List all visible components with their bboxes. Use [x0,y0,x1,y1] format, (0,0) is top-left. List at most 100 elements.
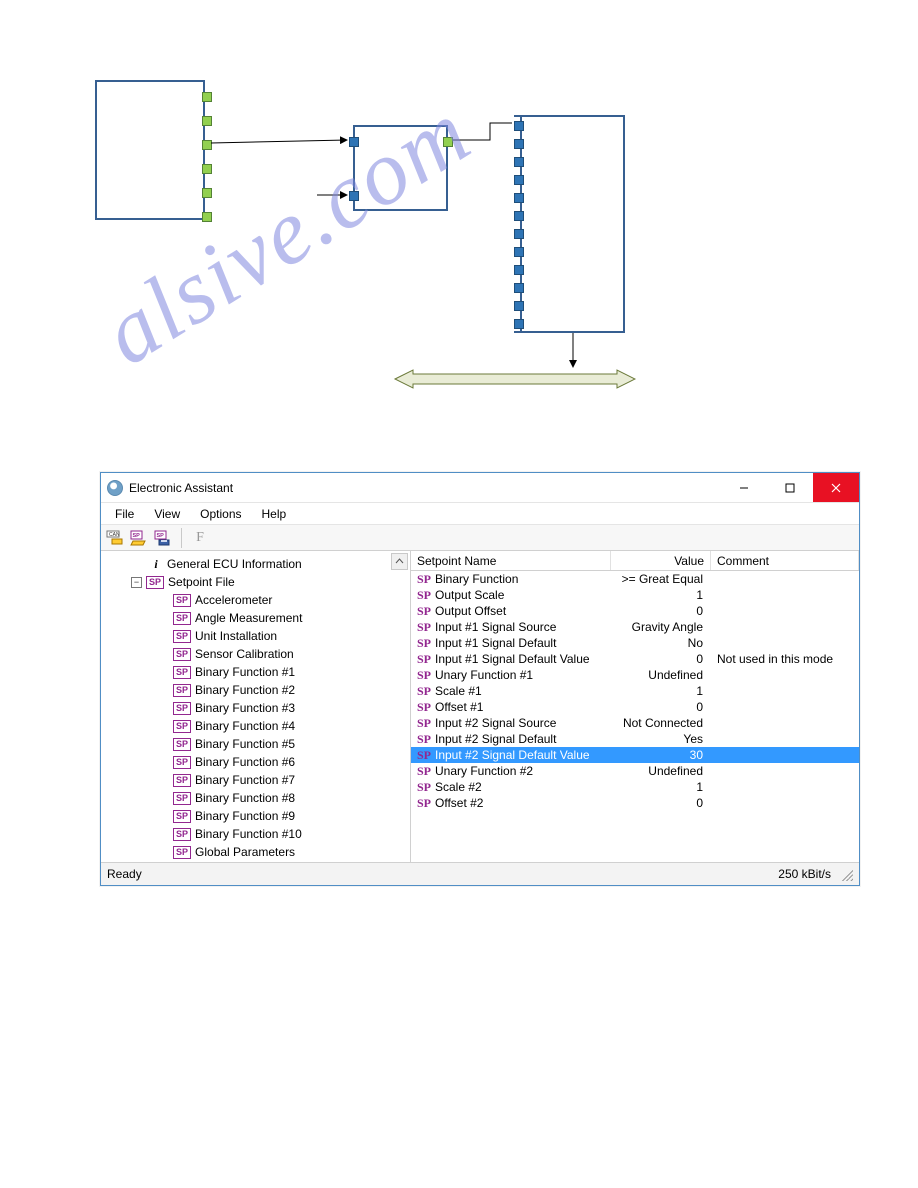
sp-icon: SP [173,810,191,823]
cell-name: Unary Function #2 [435,764,611,778]
column-header-value[interactable]: Value [611,551,711,570]
tree-general-info[interactable]: iGeneral ECU Information [109,555,406,573]
tree-item[interactable]: SPAccelerometer [109,591,406,609]
toolbar-flash-icon[interactable]: F [190,528,210,548]
tree-pane[interactable]: iGeneral ECU Information−SPSetpoint File… [101,551,411,862]
sp-icon: SP [173,702,191,715]
cell-name: Offset #2 [435,796,611,810]
tree-item[interactable]: SPAngle Measurement [109,609,406,627]
cell-name: Binary Function [435,572,611,586]
cell-name: Output Offset [435,604,611,618]
grid-row[interactable]: SPOffset #10 [411,699,859,715]
grid-row[interactable]: SPInput #2 Signal Default Value30 [411,747,859,763]
column-header-comment[interactable]: Comment [711,551,859,570]
svg-text:SP: SP [133,533,141,539]
tree-item[interactable]: SPBinary Function #10 [109,825,406,843]
sp-icon: SP [173,774,191,787]
tree-label: Binary Function #1 [195,663,295,681]
cell-value: 0 [611,796,711,810]
tree-item[interactable]: SPBinary Function #2 [109,681,406,699]
grid-row[interactable]: SPOutput Scale1 [411,587,859,603]
grid-row[interactable]: SPInput #1 Signal Default Value0Not used… [411,651,859,667]
status-text: Ready [107,867,142,881]
grid-row[interactable]: SPBinary Function>= Great Equal [411,571,859,587]
grid-row[interactable]: SPOutput Offset0 [411,603,859,619]
column-header-name[interactable]: Setpoint Name [411,551,611,570]
menubar: File View Options Help [101,503,859,525]
sp-icon: SP [173,738,191,751]
tree-item[interactable]: SPBinary Function #6 [109,753,406,771]
grid-header: Setpoint Name Value Comment [411,551,859,571]
toolbar-separator [181,528,182,548]
tree-item[interactable]: SPBinary Function #8 [109,789,406,807]
menu-help[interactable]: Help [254,505,295,523]
close-button[interactable] [813,473,859,502]
cell-value: Yes [611,732,711,746]
tree-item[interactable]: SPBinary Function #1 [109,663,406,681]
tree-item[interactable]: SPBinary Function #4 [109,717,406,735]
tree-item[interactable]: SP Binary Function #3 [109,699,406,717]
diagram-bus-arrow [395,370,635,388]
sp-icon: SP [146,576,164,589]
grid-row[interactable]: SPInput #1 Signal DefaultNo [411,635,859,651]
tree-item[interactable]: SP Binary Function #7 [109,771,406,789]
grid-row[interactable]: SPInput #2 Signal SourceNot Connected [411,715,859,731]
tree-item[interactable]: SPGlobal Parameters [109,843,406,861]
menu-options[interactable]: Options [192,505,249,523]
toolbar-can-icon[interactable]: CAN [105,528,125,548]
grid-row[interactable]: SPInput #2 Signal DefaultYes [411,731,859,747]
cell-value: No [611,636,711,650]
grid-row[interactable]: SPScale #21 [411,779,859,795]
sp-prefix: SP [411,604,435,619]
cell-value: Undefined [611,668,711,682]
tree-setpoint-file[interactable]: −SPSetpoint File [109,573,406,591]
sp-icon: SP [173,846,191,859]
tree-item[interactable]: SPSensor Calibration [109,645,406,663]
cell-name: Input #1 Signal Default Value [435,652,611,666]
toolbar-sp-save-icon[interactable]: SP [153,528,173,548]
tree-collapse-icon[interactable]: − [131,577,142,588]
tree-label: Sensor Calibration [195,645,294,663]
cell-name: Input #1 Signal Default [435,636,611,650]
minimize-button[interactable] [721,473,767,502]
maximize-button[interactable] [767,473,813,502]
setpoint-grid: Setpoint Name Value Comment SPBinary Fun… [411,551,859,862]
sp-prefix: SP [411,668,435,683]
info-icon: i [149,555,163,573]
cell-value: >= Great Equal [611,572,711,586]
tree-label: Binary Function #4 [195,717,295,735]
tree-label: Angle Measurement [195,609,302,627]
grid-row[interactable]: SPUnary Function #2Undefined [411,763,859,779]
sp-prefix: SP [411,700,435,715]
cell-value: 0 [611,700,711,714]
sp-prefix: SP [411,780,435,795]
tree-label: Binary Function #7 [195,771,295,789]
app-icon [107,480,123,496]
tree-label: Binary Function #2 [195,681,295,699]
block-diagram [95,75,655,410]
toolbar-sp-open-icon[interactable]: SP [129,528,149,548]
grid-row[interactable]: SPInput #1 Signal SourceGravity Angle [411,619,859,635]
scroll-up-button[interactable] [391,553,408,570]
sp-prefix: SP [411,796,435,811]
cell-name: Input #2 Signal Source [435,716,611,730]
grid-row[interactable]: SPOffset #20 [411,795,859,811]
tree-label: Binary Function #10 [195,825,302,843]
sp-prefix: SP [411,716,435,731]
cell-value: 1 [611,780,711,794]
menu-file[interactable]: File [107,505,142,523]
tree-item[interactable]: SPBinary Function #5 [109,735,406,753]
sp-prefix: SP [411,748,435,763]
resize-grip[interactable] [839,867,853,881]
grid-row[interactable]: SPScale #11 [411,683,859,699]
cell-name: Input #2 Signal Default [435,732,611,746]
menu-view[interactable]: View [146,505,188,523]
tree-item[interactable]: SPBinary Function #9 [109,807,406,825]
tree-label: Binary Function #3 [195,699,295,717]
tree-item[interactable]: SPUnit Installation [109,627,406,645]
tree-label: Binary Function #8 [195,789,295,807]
sp-icon: SP [173,630,191,643]
grid-row[interactable]: SPUnary Function #1Undefined [411,667,859,683]
tree-label: General ECU Information [167,555,302,573]
sp-icon: SP [173,756,191,769]
